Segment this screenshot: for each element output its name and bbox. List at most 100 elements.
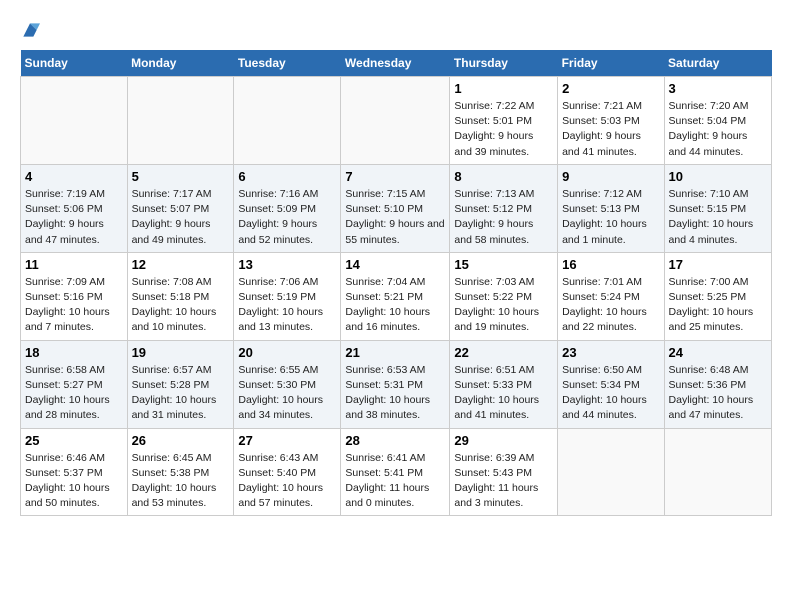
day-cell: 22Sunrise: 6:51 AMSunset: 5:33 PMDayligh…	[450, 340, 558, 428]
day-cell	[234, 77, 341, 165]
header-day-saturday: Saturday	[664, 50, 771, 77]
day-cell	[127, 77, 234, 165]
day-cell: 10Sunrise: 7:10 AMSunset: 5:15 PMDayligh…	[664, 164, 771, 252]
day-cell	[341, 77, 450, 165]
day-info: Sunrise: 6:51 AMSunset: 5:33 PMDaylight:…	[454, 363, 553, 424]
day-cell: 1 Sunrise: 7:22 AMSunset: 5:01 PMDaylight…	[450, 77, 558, 165]
day-number: 3	[669, 81, 767, 96]
day-info: Sunrise: 7:19 AMSunset: 5:06 PMDaylight:…	[25, 187, 123, 248]
day-cell: 24 Sunrise: 6:48 AMSunset: 5:36 PMDayligh…	[664, 340, 771, 428]
day-cell: 6 Sunrise: 7:16 AMSunset: 5:09 PMDaylight…	[234, 164, 341, 252]
day-info: Sunrise: 7:15 AMSunset: 5:10 PMDaylight:…	[345, 187, 445, 248]
day-info: Sunrise: 6:57 AMSunset: 5:28 PMDaylight:…	[132, 363, 230, 424]
day-number: 21	[345, 345, 445, 360]
day-cell: 3 Sunrise: 7:20 AMSunset: 5:04 PMDaylight…	[664, 77, 771, 165]
day-number: 19	[132, 345, 230, 360]
day-number: 17	[669, 257, 767, 272]
header-day-friday: Friday	[558, 50, 664, 77]
day-cell: 26 Sunrise: 6:45 AMSunset: 5:38 PMDayligh…	[127, 428, 234, 516]
day-info: Sunrise: 6:46 AMSunset: 5:37 PMDaylight:…	[25, 451, 123, 512]
week-row-2: 4 Sunrise: 7:19 AMSunset: 5:06 PMDaylight…	[21, 164, 772, 252]
day-info: Sunrise: 7:00 AMSunset: 5:25 PMDaylight:…	[669, 275, 767, 336]
day-number: 13	[238, 257, 336, 272]
day-number: 12	[132, 257, 230, 272]
day-info: Sunrise: 7:09 AMSunset: 5:16 PMDaylight:…	[25, 275, 123, 336]
header-row: SundayMondayTuesdayWednesdayThursdayFrid…	[21, 50, 772, 77]
logo-icon	[20, 20, 40, 40]
day-number: 29	[454, 433, 553, 448]
header-day-monday: Monday	[127, 50, 234, 77]
day-number: 4	[25, 169, 123, 184]
day-cell: 11 Sunrise: 7:09 AMSunset: 5:16 PMDayligh…	[21, 252, 128, 340]
week-row-3: 11 Sunrise: 7:09 AMSunset: 5:16 PMDayligh…	[21, 252, 772, 340]
day-info: Sunrise: 7:06 AMSunset: 5:19 PMDaylight:…	[238, 275, 336, 336]
day-number: 24	[669, 345, 767, 360]
day-number: 1	[454, 81, 553, 96]
day-number: 11	[25, 257, 123, 272]
day-info: Sunrise: 6:39 AMSunset: 5:43 PMDaylight:…	[454, 451, 553, 512]
day-number: 9	[562, 169, 659, 184]
header-day-tuesday: Tuesday	[234, 50, 341, 77]
header-day-thursday: Thursday	[450, 50, 558, 77]
day-cell: 21 Sunrise: 6:53 AMSunset: 5:31 PMDayligh…	[341, 340, 450, 428]
day-info: Sunrise: 6:45 AMSunset: 5:38 PMDaylight:…	[132, 451, 230, 512]
week-row-4: 18 Sunrise: 6:58 AMSunset: 5:27 PMDayligh…	[21, 340, 772, 428]
day-cell: 2Sunrise: 7:21 AMSunset: 5:03 PMDaylight…	[558, 77, 664, 165]
day-info: Sunrise: 7:22 AMSunset: 5:01 PMDaylight:…	[454, 99, 553, 160]
day-number: 2	[562, 81, 659, 96]
day-cell	[664, 428, 771, 516]
day-info: Sunrise: 7:13 AMSunset: 5:12 PMDaylight:…	[454, 187, 553, 248]
day-number: 18	[25, 345, 123, 360]
day-cell: 5 Sunrise: 7:17 AMSunset: 5:07 PMDaylight…	[127, 164, 234, 252]
logo	[20, 20, 44, 40]
calendar-table: SundayMondayTuesdayWednesdayThursdayFrid…	[20, 50, 772, 516]
day-number: 20	[238, 345, 336, 360]
day-info: Sunrise: 6:55 AMSunset: 5:30 PMDaylight:…	[238, 363, 336, 424]
day-number: 6	[238, 169, 336, 184]
day-cell: 16Sunrise: 7:01 AMSunset: 5:24 PMDayligh…	[558, 252, 664, 340]
day-info: Sunrise: 6:53 AMSunset: 5:31 PMDaylight:…	[345, 363, 445, 424]
day-cell: 12Sunrise: 7:08 AMSunset: 5:18 PMDayligh…	[127, 252, 234, 340]
day-number: 25	[25, 433, 123, 448]
week-row-5: 25 Sunrise: 6:46 AMSunset: 5:37 PMDayligh…	[21, 428, 772, 516]
day-cell: 25 Sunrise: 6:46 AMSunset: 5:37 PMDayligh…	[21, 428, 128, 516]
day-number: 14	[345, 257, 445, 272]
day-cell: 7 Sunrise: 7:15 AMSunset: 5:10 PMDaylight…	[341, 164, 450, 252]
calendar-header: SundayMondayTuesdayWednesdayThursdayFrid…	[21, 50, 772, 77]
day-info: Sunrise: 7:03 AMSunset: 5:22 PMDaylight:…	[454, 275, 553, 336]
day-cell: 19 Sunrise: 6:57 AMSunset: 5:28 PMDayligh…	[127, 340, 234, 428]
day-info: Sunrise: 7:12 AMSunset: 5:13 PMDaylight:…	[562, 187, 659, 248]
day-number: 26	[132, 433, 230, 448]
day-cell: 15 Sunrise: 7:03 AMSunset: 5:22 PMDayligh…	[450, 252, 558, 340]
day-cell: 13 Sunrise: 7:06 AMSunset: 5:19 PMDayligh…	[234, 252, 341, 340]
day-info: Sunrise: 7:16 AMSunset: 5:09 PMDaylight:…	[238, 187, 336, 248]
day-info: Sunrise: 7:04 AMSunset: 5:21 PMDaylight:…	[345, 275, 445, 336]
day-cell: 9 Sunrise: 7:12 AMSunset: 5:13 PMDaylight…	[558, 164, 664, 252]
day-cell: 8Sunrise: 7:13 AMSunset: 5:12 PMDaylight…	[450, 164, 558, 252]
day-cell: 18 Sunrise: 6:58 AMSunset: 5:27 PMDayligh…	[21, 340, 128, 428]
day-number: 23	[562, 345, 659, 360]
week-row-1: 1 Sunrise: 7:22 AMSunset: 5:01 PMDaylight…	[21, 77, 772, 165]
day-info: Sunrise: 6:50 AMSunset: 5:34 PMDaylight:…	[562, 363, 659, 424]
day-number: 5	[132, 169, 230, 184]
page-header	[20, 20, 772, 40]
calendar-body: 1 Sunrise: 7:22 AMSunset: 5:01 PMDaylight…	[21, 77, 772, 516]
day-info: Sunrise: 6:58 AMSunset: 5:27 PMDaylight:…	[25, 363, 123, 424]
day-info: Sunrise: 7:10 AMSunset: 5:15 PMDaylight:…	[669, 187, 767, 248]
day-info: Sunrise: 7:20 AMSunset: 5:04 PMDaylight:…	[669, 99, 767, 160]
header-day-sunday: Sunday	[21, 50, 128, 77]
day-info: Sunrise: 6:48 AMSunset: 5:36 PMDaylight:…	[669, 363, 767, 424]
day-number: 7	[345, 169, 445, 184]
day-cell: 4 Sunrise: 7:19 AMSunset: 5:06 PMDaylight…	[21, 164, 128, 252]
day-cell: 29 Sunrise: 6:39 AMSunset: 5:43 PMDayligh…	[450, 428, 558, 516]
day-cell: 28Sunrise: 6:41 AMSunset: 5:41 PMDayligh…	[341, 428, 450, 516]
day-info: Sunrise: 7:01 AMSunset: 5:24 PMDaylight:…	[562, 275, 659, 336]
day-number: 28	[345, 433, 445, 448]
day-cell	[558, 428, 664, 516]
day-cell: 14 Sunrise: 7:04 AMSunset: 5:21 PMDayligh…	[341, 252, 450, 340]
day-number: 15	[454, 257, 553, 272]
day-cell: 17 Sunrise: 7:00 AMSunset: 5:25 PMDayligh…	[664, 252, 771, 340]
day-cell	[21, 77, 128, 165]
day-info: Sunrise: 7:17 AMSunset: 5:07 PMDaylight:…	[132, 187, 230, 248]
day-cell: 23 Sunrise: 6:50 AMSunset: 5:34 PMDayligh…	[558, 340, 664, 428]
